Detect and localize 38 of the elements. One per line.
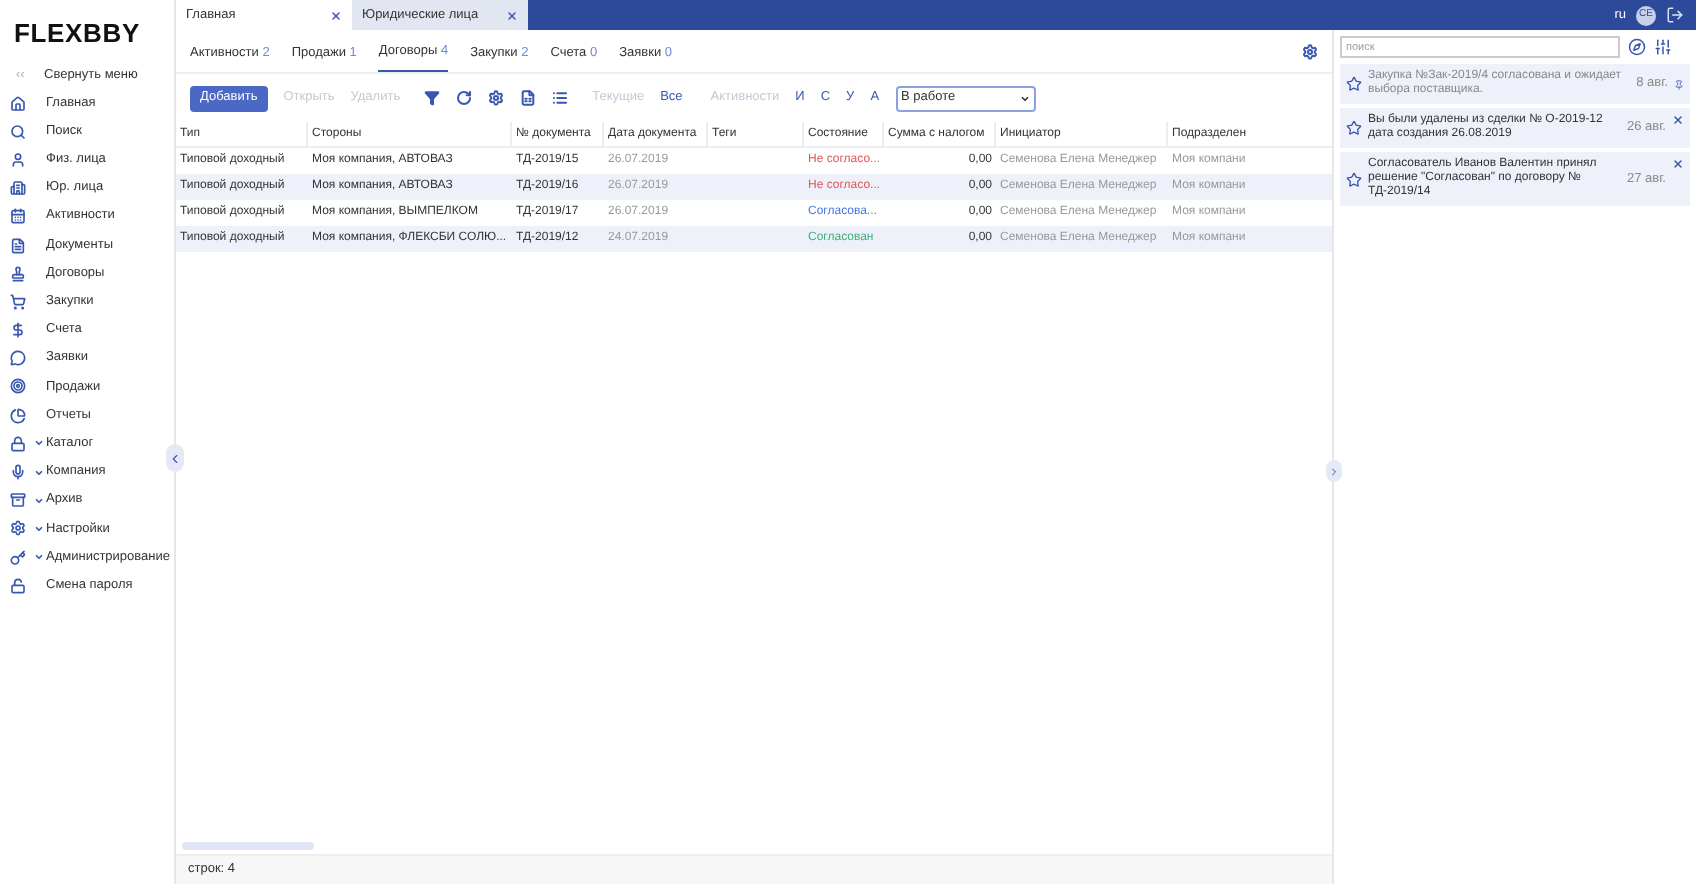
menu-icon (10, 407, 26, 424)
logout-icon[interactable] (1666, 6, 1684, 24)
star-icon[interactable] (1346, 76, 1362, 92)
settings-icon[interactable] (488, 90, 505, 106)
menu-icon (10, 237, 26, 254)
menu-icon (10, 464, 26, 481)
menu-icon (10, 180, 26, 197)
refresh-icon[interactable] (456, 90, 473, 106)
list-icon[interactable] (552, 90, 569, 106)
star-icon[interactable] (1346, 171, 1362, 187)
menu-icon (10, 151, 26, 168)
menu-icon (10, 293, 26, 310)
menu-icon (10, 435, 26, 452)
caret-icon (1019, 93, 1030, 103)
close-icon[interactable] (1672, 158, 1684, 170)
close-icon[interactable] (330, 9, 342, 21)
menu-icon (10, 492, 26, 509)
close-icon[interactable] (506, 9, 518, 21)
close-icon[interactable] (1672, 114, 1684, 126)
horizontal-scrollbar[interactable] (182, 842, 314, 850)
menu-icon (10, 549, 26, 566)
filter-icon[interactable] (424, 90, 441, 106)
pin-icon[interactable] (1674, 79, 1684, 89)
menu-icon (10, 322, 26, 339)
compass-icon[interactable] (1628, 38, 1646, 56)
sort-icon[interactable] (1654, 38, 1672, 56)
star-icon[interactable] (1346, 120, 1362, 136)
menu-icon (10, 577, 26, 594)
menu-icon (10, 123, 26, 140)
menu-icon (10, 95, 26, 112)
settings-icon[interactable] (1302, 44, 1318, 60)
collapse-handle[interactable] (166, 444, 184, 472)
logo: FLEXBBY (12, 16, 142, 52)
menu-icon (10, 208, 26, 225)
menu-icon (10, 520, 26, 537)
notification-expand-handle[interactable] (1326, 460, 1342, 482)
spreadsheet-icon[interactable] (520, 90, 537, 106)
menu-icon (10, 265, 26, 282)
